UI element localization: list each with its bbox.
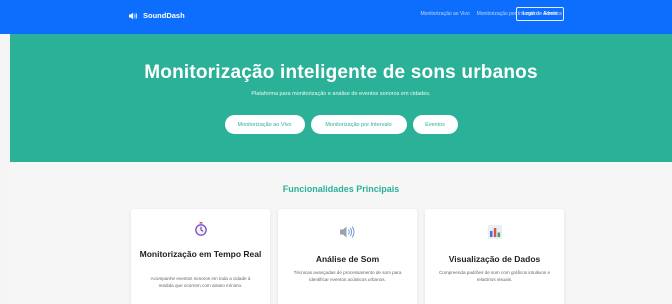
bar-chart-icon bbox=[425, 225, 564, 239]
interval-monitoring-button[interactable]: Monitorização por Intervalo bbox=[310, 115, 407, 134]
feature-title: Visualização de Dados bbox=[448, 254, 541, 264]
admin-login-button[interactable]: Login de Admin bbox=[516, 7, 564, 21]
hero-subtitle: Plataforma para monitorização e análise … bbox=[251, 91, 431, 97]
feature-card-analysis: Análise de Som Técnicas avançadas de pro… bbox=[278, 209, 417, 304]
nav-link-live[interactable]: Monitorização ao Vivo bbox=[421, 11, 470, 17]
brand-name: SoundDash bbox=[143, 11, 185, 20]
brand[interactable]: SoundDash bbox=[129, 11, 185, 20]
feature-description: Acompanhe eventos sonoros em toda a cida… bbox=[150, 276, 251, 288]
speaker-icon bbox=[278, 226, 417, 238]
events-button[interactable]: Eventos bbox=[412, 115, 458, 134]
feature-title: Monitorização em Tempo Real bbox=[139, 249, 262, 259]
feature-title: Análise de Som bbox=[315, 254, 380, 264]
feature-description: Compreenda padrões de som com gráficos i… bbox=[438, 270, 551, 282]
speaker-icon bbox=[129, 12, 138, 20]
live-monitoring-button[interactable]: Monitorização ao Vivo bbox=[224, 115, 305, 134]
hero-title: Monitorização inteligente de sons urbano… bbox=[144, 62, 538, 83]
hero-buttons: Monitorização ao Vivo Monitorização por … bbox=[10, 115, 672, 134]
features-section: Funcionalidades Principais Monitorização… bbox=[10, 162, 672, 304]
navbar: SoundDash Monitorização ao Vivo Monitori… bbox=[0, 0, 672, 34]
feature-card-visualization: Visualização de Dados Compreenda padrões… bbox=[425, 209, 564, 304]
stopwatch-icon bbox=[131, 222, 270, 236]
feature-description: Técnicas avançadas de processamento de s… bbox=[293, 270, 402, 282]
features-title: Funcionalidades Principais bbox=[282, 184, 400, 194]
feature-card-realtime: Monitorização em Tempo Real Acompanhe ev… bbox=[131, 209, 270, 304]
hero-section: Monitorização inteligente de sons urbano… bbox=[10, 34, 672, 162]
